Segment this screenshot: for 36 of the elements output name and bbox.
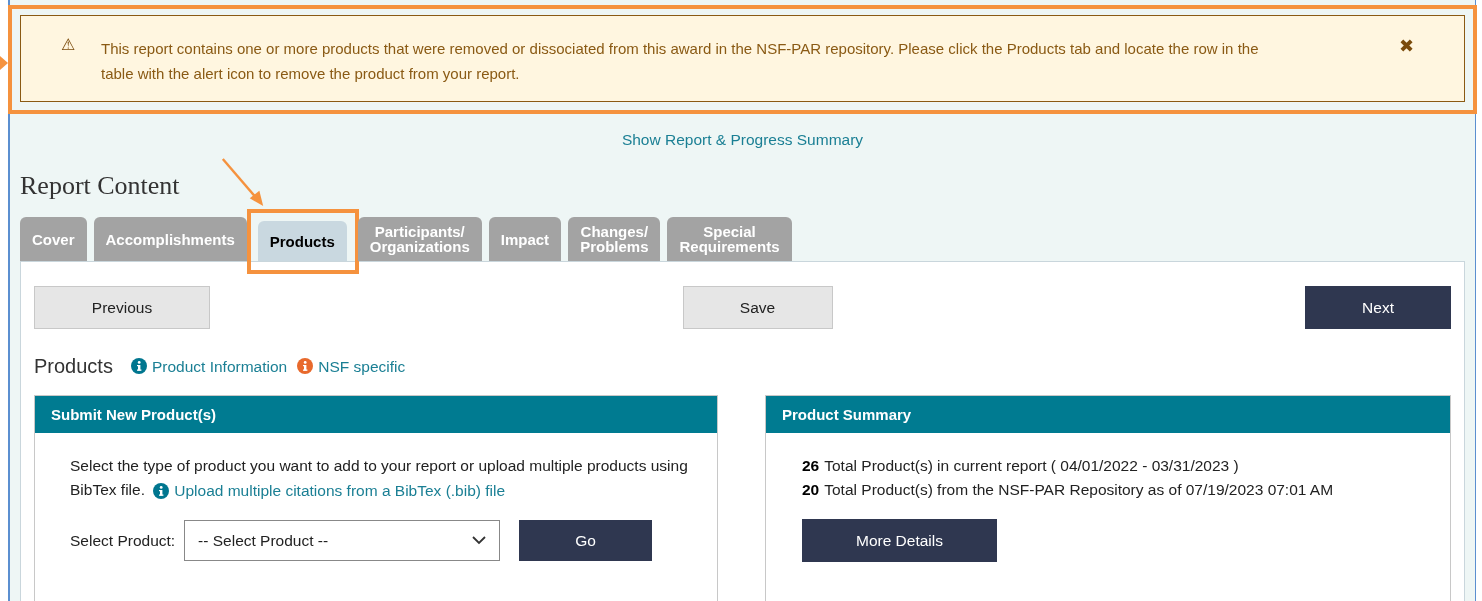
tab[interactable]: Special Requirements xyxy=(667,217,792,262)
info-link[interactable]: Product Information xyxy=(151,354,288,378)
product-count: 26 xyxy=(802,456,820,477)
product-count: 20 xyxy=(802,480,820,501)
previous-button[interactable]: Previous xyxy=(34,286,210,330)
more-details-button[interactable]: More Details xyxy=(802,519,997,563)
annotation-arrow xyxy=(220,157,266,207)
warning-icon: ⚠ xyxy=(61,37,75,53)
product-select[interactable]: -- Select Product -- xyxy=(184,520,501,562)
upload-link[interactable]: Upload multiple citations from a BibTex (.bib) file xyxy=(174,479,506,504)
panel-header: Product Summary xyxy=(766,396,1450,434)
annotation-arrow xyxy=(0,56,8,70)
next-button[interactable]: Next xyxy=(1305,286,1451,330)
tab[interactable]: Impact xyxy=(488,217,562,262)
summary-text: Total Product(s) in current report ( 04/01/2022 - 03/31/2023 ) xyxy=(824,456,1239,477)
summary-link[interactable]: Show Report & Progress Summary xyxy=(621,128,864,152)
tab[interactable]: Accomplishments xyxy=(93,217,247,262)
tab[interactable]: Participants/ Organizations xyxy=(357,217,482,262)
tab[interactable]: Changes/ Problems xyxy=(568,217,661,262)
info-icon xyxy=(297,358,314,375)
tab[interactable]: Cover xyxy=(20,217,87,262)
info-icon xyxy=(130,358,147,375)
summary-text: Total Product(s) from the NSF-PAR Repository as of 07/19/2023 07:01 AM xyxy=(824,480,1334,501)
page-heading: Report Content xyxy=(20,173,180,200)
info-link[interactable]: NSF specific xyxy=(318,354,406,378)
section-title: Products xyxy=(34,354,113,380)
save-button[interactable]: Save xyxy=(682,286,833,330)
close-button[interactable]: ✖ xyxy=(1399,37,1414,55)
chevron-down-icon xyxy=(472,536,487,546)
panel-header: Submit New Product(s) xyxy=(35,396,717,434)
info-icon xyxy=(153,483,170,500)
panel-description: Select the type of product you want to add to your report or upload multiple products using BibTex file. Upload multiple citations from a BibTex (.bib) file xyxy=(70,454,697,504)
alert-message: This report contains one or more products that were removed or dissociated from this award in the NSF-PAR repository. Please click the Products tab and locate the row in the table with the alert icon to remove the product from your report. xyxy=(101,39,1260,84)
go-button[interactable]: Go xyxy=(519,520,653,562)
tab[interactable]: Products xyxy=(257,221,347,262)
select-label: Select Product: xyxy=(70,530,176,551)
